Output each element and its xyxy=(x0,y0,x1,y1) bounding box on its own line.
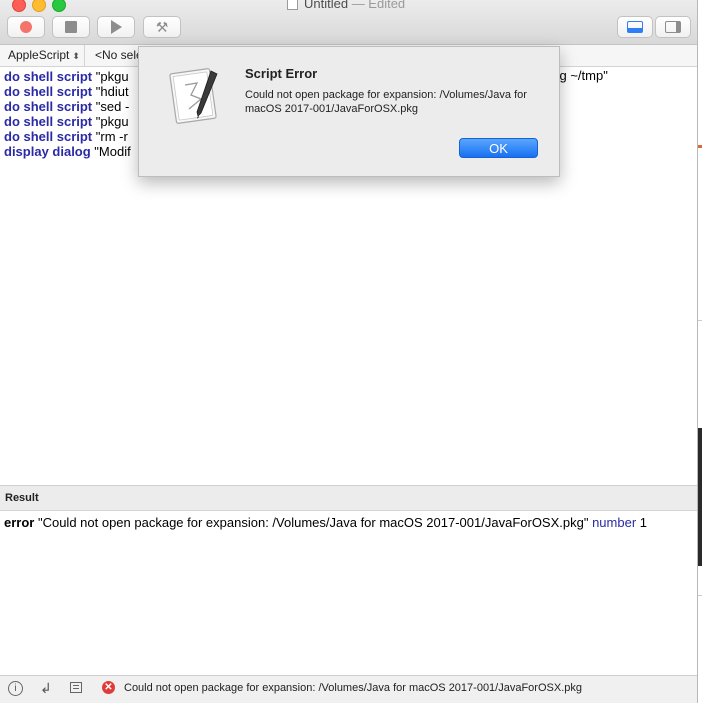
code-line: display dialog "Modif xyxy=(4,144,131,160)
show-log-button[interactable] xyxy=(617,16,653,38)
info-icon[interactable]: i xyxy=(8,681,23,696)
code-keyword: do shell script xyxy=(4,129,93,144)
play-icon xyxy=(110,20,122,34)
side-pane-icon xyxy=(665,21,681,33)
ok-button[interactable]: OK xyxy=(459,138,538,158)
status-bar: i ↲ ✕ Could not open package for expansi… xyxy=(0,675,697,703)
code-keyword: do shell script xyxy=(4,114,93,129)
code-text: "pkgu xyxy=(92,114,129,129)
result-pane[interactable]: error "Could not open package for expans… xyxy=(0,511,697,675)
element-selector[interactable]: <No sele xyxy=(95,45,143,66)
code-line-tail: kg ~/tmp" xyxy=(553,68,608,83)
code-keyword: do shell script xyxy=(4,69,93,84)
hammer-icon: ⚒ xyxy=(155,19,169,35)
stop-button[interactable] xyxy=(52,16,90,38)
code-line: do shell script "pkgu xyxy=(4,69,129,85)
window-title-edited: — Edited xyxy=(348,0,406,11)
title-bar: Untitled — Edited ⚒ xyxy=(0,0,697,45)
window-title-text: Untitled xyxy=(304,0,349,11)
code-text: "rm -r xyxy=(92,129,128,144)
result-text: error "Could not open package for expans… xyxy=(4,515,647,530)
result-number-value: 1 xyxy=(636,515,647,530)
record-button[interactable] xyxy=(7,16,45,38)
result-error-keyword: error xyxy=(4,515,35,530)
code-text: "pkgu xyxy=(92,69,129,84)
return-arrow-icon[interactable]: ↲ xyxy=(40,680,52,696)
result-error-message: "Could not open package for expansion: /… xyxy=(34,515,593,530)
script-error-dialog: Script Error Could not open package for … xyxy=(138,46,560,177)
background-window-edge xyxy=(698,0,702,703)
chevron-updown-icon: ⬍ xyxy=(72,51,80,61)
code-keyword: display dialog xyxy=(4,144,91,159)
dialog-message: Could not open package for expansion: /V… xyxy=(245,89,527,115)
code-text: "hdiut xyxy=(92,84,129,99)
result-header: Result xyxy=(0,485,697,511)
result-header-label: Result xyxy=(5,492,39,504)
error-icon: ✕ xyxy=(102,681,115,694)
code-keyword: do shell script xyxy=(4,84,93,99)
show-sidebar-button[interactable] xyxy=(655,16,691,38)
run-button[interactable] xyxy=(97,16,135,38)
code-text: "sed - xyxy=(92,99,130,114)
compile-button[interactable]: ⚒ xyxy=(143,16,181,38)
code-line: do shell script "hdiut xyxy=(4,84,129,100)
record-icon xyxy=(20,21,32,33)
document-icon xyxy=(287,0,298,10)
language-label: AppleScript xyxy=(8,48,70,62)
language-selector[interactable]: AppleScript ⬍ xyxy=(4,45,85,66)
dialog-title: Script Error xyxy=(245,66,318,81)
stop-icon xyxy=(65,21,77,33)
bottom-pane-icon xyxy=(627,21,643,33)
script-editor-icon xyxy=(169,68,218,124)
result-number-keyword: number xyxy=(592,515,637,530)
code-keyword: do shell script xyxy=(4,99,93,114)
status-message: Could not open package for expansion: /V… xyxy=(124,682,582,694)
zoom-window-button[interactable] xyxy=(52,0,66,12)
code-line: do shell script "rm -r xyxy=(4,129,128,145)
code-line: do shell script "sed - xyxy=(4,99,129,115)
window-title: Untitled — Edited xyxy=(304,0,405,11)
code-line: do shell script "pkgu xyxy=(4,114,129,130)
code-text: "Modif xyxy=(90,144,131,159)
minimize-window-button[interactable] xyxy=(32,0,46,12)
close-window-button[interactable] xyxy=(12,0,26,12)
list-icon[interactable] xyxy=(70,682,82,693)
